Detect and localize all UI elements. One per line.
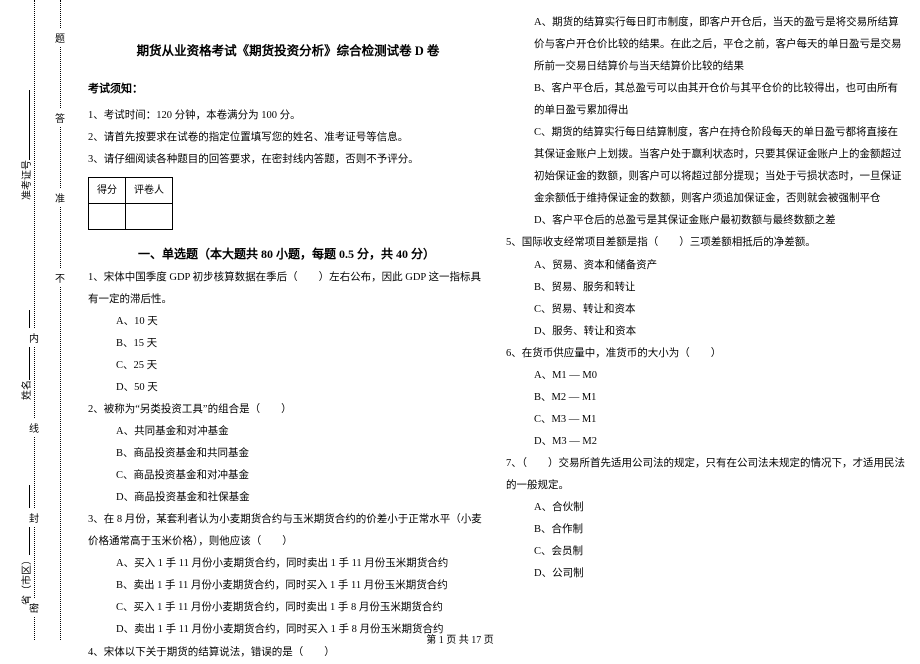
question-7: 7、（ ）交易所首先适用公司法的规定，只有在公司法未规定的情况下，才适用民法的一…	[506, 453, 906, 497]
score-box: 得分 评卷人	[88, 177, 173, 230]
section-1-title: 一、单选题（本大题共 80 小题，每题 0.5 分，共 40 分）	[138, 242, 435, 267]
notice-item: 3、请仔细阅读各种题目的回答要求，在密封线内答题，否则不予评分。	[88, 149, 488, 171]
question-5: 5、国际收支经常项目差额是指（ ）三项差额相抵后的净差额。	[506, 232, 906, 254]
seal-char: 内	[29, 328, 39, 347]
option: D、服务、转让和资本	[506, 321, 906, 343]
field-region: 省（市区）	[18, 485, 33, 605]
page-number: 第 1 页 共 17 页	[0, 631, 920, 646]
option: D、公司制	[506, 563, 906, 585]
option: D、M3 — M2	[506, 431, 906, 453]
seal-char: 线	[29, 418, 39, 437]
question-3: 3、在 8 月份，某套利者认为小麦期货合约与玉米期货合约的价差小于正常水平（小麦…	[88, 509, 488, 553]
option: A、10 天	[88, 311, 488, 333]
option: A、M1 — M0	[506, 365, 906, 387]
seal-char: 封	[29, 508, 39, 527]
field-ticket: 准考证号	[18, 90, 33, 200]
option: B、卖出 1 手 11 月份小麦期货合约，同时买入 1 手 11 月份玉米期货合…	[88, 575, 488, 597]
notice-item: 1、考试时间：120 分钟，本卷满分为 100 分。	[88, 105, 488, 127]
seal-char: 答	[55, 108, 65, 127]
option: C、贸易、转让和资本	[506, 299, 906, 321]
seal-char: 准	[55, 188, 65, 207]
option: D、客户平仓后的总盈亏是其保证金账户最初数额与最终数额之差	[506, 210, 906, 232]
content-area: 期货从业资格考试《期货投资分析》综合检测试卷 D 卷 考试须知： 1、考试时间：…	[88, 12, 908, 622]
field-name: 姓名	[18, 310, 33, 400]
option: B、M2 — M1	[506, 387, 906, 409]
question-1: 1、宋体中国季度 GDP 初步核算数据在季后（ ）左右公布，因此 GDP 这一指…	[88, 267, 488, 311]
option: B、贸易、服务和转让	[506, 277, 906, 299]
score-label: 得分	[89, 178, 126, 204]
option: C、买入 1 手 11 月份小麦期货合约，同时卖出 1 手 8 月份玉米期货合约	[88, 597, 488, 619]
option: C、期货的结算实行每日结算制度，客户在持仓阶段每天的单日盈亏都将直接在其保证金账…	[506, 122, 906, 210]
option: B、商品投资基金和共同基金	[88, 443, 488, 465]
notice-heading: 考试须知：	[88, 78, 488, 101]
column-right: A、期货的结算实行每日盯市制度，即客户开仓后，当天的盈亏是将交易所结算价与客户开…	[506, 12, 906, 622]
option: A、期货的结算实行每日盯市制度，即客户开仓后，当天的盈亏是将交易所结算价与客户开…	[506, 12, 906, 78]
option: C、会员制	[506, 541, 906, 563]
option: C、M3 — M1	[506, 409, 906, 431]
column-left: 期货从业资格考试《期货投资分析》综合检测试卷 D 卷 考试须知： 1、考试时间：…	[88, 12, 488, 622]
seal-char: 题	[55, 28, 65, 47]
question-2: 2、被称为“另类投资工具”的组合是（ ）	[88, 399, 488, 421]
option: B、客户平仓后，其总盈亏可以由其开仓价与其平仓价的比较得出，也可由所有的单日盈亏…	[506, 78, 906, 122]
seal-char: 密	[29, 598, 39, 617]
option: A、买入 1 手 11 月份小麦期货合约，同时卖出 1 手 11 月份玉米期货合…	[88, 553, 488, 575]
option: B、15 天	[88, 333, 488, 355]
binding-margin: 省（市区） 姓名 准考证号 密 封 线 内 不 准 答 题	[0, 0, 72, 640]
seal-char: 不	[55, 268, 65, 287]
option: D、50 天	[88, 377, 488, 399]
grader-label: 评卷人	[126, 178, 173, 204]
option: B、合作制	[506, 519, 906, 541]
option: A、共同基金和对冲基金	[88, 421, 488, 443]
exam-title: 期货从业资格考试《期货投资分析》综合检测试卷 D 卷	[88, 38, 488, 64]
option: C、商品投资基金和对冲基金	[88, 465, 488, 487]
option: C、25 天	[88, 355, 488, 377]
question-6: 6、在货币供应量中，准货币的大小为（ ）	[506, 343, 906, 365]
option: D、商品投资基金和社保基金	[88, 487, 488, 509]
option: A、合伙制	[506, 497, 906, 519]
option: A、贸易、资本和储备资产	[506, 255, 906, 277]
notice-item: 2、请首先按要求在试卷的指定位置填写您的姓名、准考证号等信息。	[88, 127, 488, 149]
